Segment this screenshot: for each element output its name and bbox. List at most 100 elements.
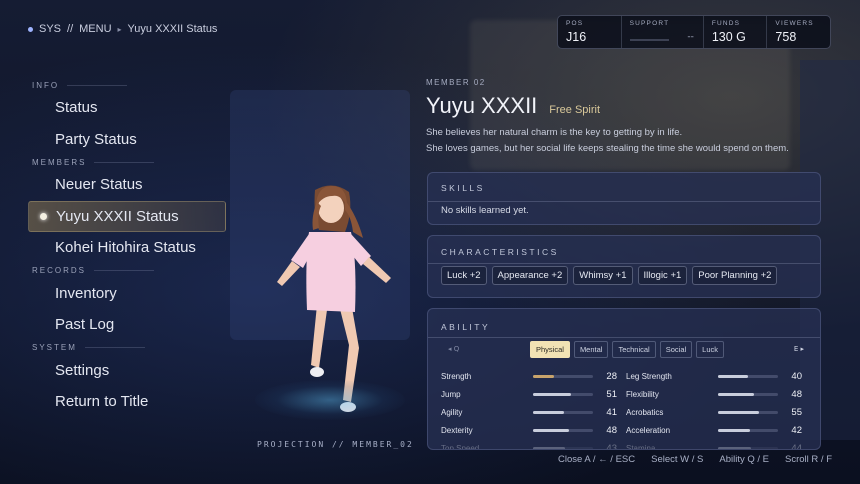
stat-label: POS (566, 20, 584, 27)
tab-technical[interactable]: Technical (612, 341, 656, 358)
member-description: She believes her natural charm is the ke… (426, 125, 826, 157)
character-projection (245, 120, 415, 430)
divider (94, 161, 155, 163)
ability-value: 41 (606, 406, 617, 418)
status-stats-box: POS J16 SUPPORT -- FUNDS 130 G VIEWERS 7… (557, 15, 831, 49)
ability-stat: Flexibility 48 (626, 389, 811, 400)
ability-bar (718, 392, 778, 396)
ability-row: Strength 28 Leg Strength 40 (441, 367, 811, 385)
menu-item-party-status[interactable]: Party Status (28, 124, 228, 156)
tab-mental[interactable]: Mental (573, 341, 609, 358)
member-epithet: Free Spirit (549, 104, 601, 116)
menu-item-label: Kohei Hitohira Status (55, 239, 196, 257)
breadcrumb-arrow-icon: ▸ (117, 24, 122, 34)
menu-item-label: Yuyu XXXII Status (56, 207, 179, 225)
ability-list: Strength 28 Leg Strength 40 Jump 51 Flexibilit… (441, 367, 811, 450)
hint-select: Select W / S (651, 454, 704, 465)
trait-tag: Luck +2 (441, 266, 487, 285)
stat-value: 758 (775, 30, 797, 44)
menu-item-label: Party Status (55, 130, 137, 148)
ability-bar (718, 446, 778, 449)
section-header-records: RECORDS (32, 264, 228, 278)
ability-name: Acceleration (626, 425, 671, 435)
menu-item-kohei-status[interactable]: Kohei Hitohira Status (28, 232, 228, 264)
skills-text: No skills learned yet. (441, 205, 529, 216)
stat-label: FUNDS (711, 20, 741, 27)
ability-row: Dexterity 48 Acceleration 42 (441, 421, 811, 439)
ability-stat: Dexterity 48 (441, 425, 626, 436)
support-bar (629, 39, 669, 41)
status-dot-icon (28, 26, 33, 32)
ability-row: Jump 51 Flexibility 48 (441, 385, 811, 403)
section-title: RECORDS (32, 266, 87, 275)
section-header-info: INFO (32, 78, 228, 92)
next-tab-hint[interactable]: E ▸ (794, 345, 804, 353)
menu-item-status[interactable]: Status (28, 92, 228, 124)
ability-stat: Top Speed 43 (441, 443, 626, 449)
characteristics-card: CHARACTERISTICS Luck +2 Appearance +2 Wh… (427, 235, 821, 298)
trait-tag: Whimsy +1 (573, 266, 633, 285)
ability-value: 42 (791, 424, 802, 436)
projection-glow (255, 380, 405, 420)
hint-close: Close A / ← / ESC (558, 454, 636, 465)
stat-viewers: VIEWERS 758 (767, 16, 830, 48)
stat-label: SUPPORT (629, 20, 670, 27)
tab-luck[interactable]: Luck (696, 341, 725, 358)
ability-bar-fill (533, 374, 554, 378)
divider (428, 337, 820, 338)
ability-bar-fill (533, 446, 566, 449)
ability-name: Stamina (626, 443, 656, 450)
ability-name: Dexterity (441, 425, 473, 435)
ability-bar-fill (533, 392, 572, 396)
description-line: She loves games, but her social life kee… (426, 143, 789, 154)
ability-stat: Strength 28 (441, 371, 626, 382)
menu-item-yuyu-status[interactable]: Yuyu XXXII Status (28, 200, 226, 232)
trait-tag: Poor Planning +2 (692, 266, 778, 285)
member-name-row: Yuyu XXXII Free Spirit (426, 93, 826, 119)
card-title: SKILLS (441, 183, 485, 193)
divider (67, 84, 128, 86)
menu-item-settings[interactable]: Settings (28, 355, 228, 387)
menu-item-label: Inventory (55, 284, 117, 302)
control-hints: Close A / ← / ESC Select W / S Ability Q… (558, 454, 832, 465)
section-header-members: MEMBERS (32, 155, 228, 169)
prev-tab-hint[interactable]: ◂ Q (448, 345, 459, 353)
stat-support: SUPPORT -- (622, 16, 704, 48)
divider (428, 201, 820, 202)
menu-item-return-to-title[interactable]: Return to Title (28, 386, 228, 418)
stat-funds: FUNDS 130 G (704, 16, 768, 48)
breadcrumb-current: Yuyu XXXII Status (127, 23, 218, 35)
card-title: CHARACTERISTICS (441, 247, 559, 257)
ability-value: 48 (791, 388, 802, 400)
member-index-label: MEMBER 02 (426, 78, 486, 87)
ability-value: 55 (791, 406, 802, 418)
ability-name: Acrobatics (626, 407, 664, 417)
menu-item-past-log[interactable]: Past Log (28, 309, 228, 341)
ability-tabs: Physical Mental Technical Social Luck (530, 341, 725, 358)
tab-physical[interactable]: Physical (530, 341, 570, 358)
ability-name: Jump (441, 389, 461, 399)
tab-social[interactable]: Social (659, 341, 693, 358)
stat-pos: POS J16 (558, 16, 622, 48)
menu-item-neuer-status[interactable]: Neuer Status (28, 169, 228, 201)
hint-ability: Ability Q / E (719, 454, 770, 465)
section-title: MEMBERS (32, 157, 87, 167)
menu-item-label: Past Log (55, 316, 115, 334)
ability-bar (533, 374, 593, 378)
menu-item-label: Neuer Status (55, 176, 143, 194)
trait-tag: Illogic +1 (637, 266, 688, 285)
menu-item-inventory[interactable]: Inventory (28, 278, 228, 310)
ability-bar-fill (718, 392, 754, 396)
ability-stat: Acceleration 42 (626, 425, 811, 436)
stat-label: VIEWERS (775, 20, 814, 27)
ability-name: Agility (441, 407, 463, 417)
side-menu: INFO Status Party Status MEMBERS Neuer S… (28, 78, 228, 418)
ability-stat: Acrobatics 55 (626, 407, 811, 418)
ability-stat: Stamina 44 (626, 443, 811, 450)
ability-value: 40 (791, 370, 802, 382)
section-title: SYSTEM (32, 343, 77, 352)
ability-bar (533, 410, 593, 414)
menu-item-label: Return to Title (55, 393, 149, 411)
breadcrumb-separator: // (67, 23, 74, 35)
ability-name: Flexibility (626, 389, 659, 399)
